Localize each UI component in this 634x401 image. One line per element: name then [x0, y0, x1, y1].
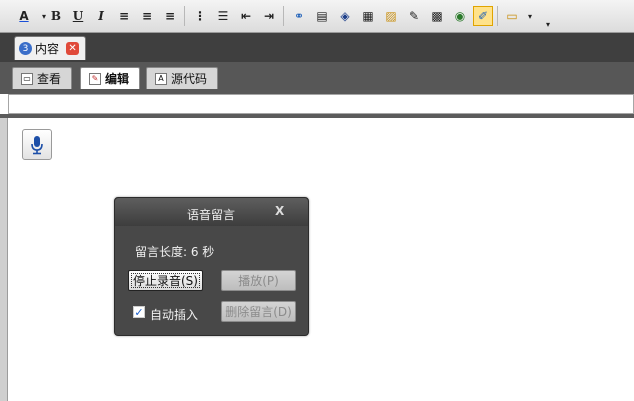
italic-button[interactable]: I — [91, 6, 111, 26]
edit-icon: ✎ — [89, 72, 101, 85]
editor-address-field[interactable] — [8, 94, 634, 114]
template-dropdown-icon[interactable]: ▾ — [520, 6, 540, 26]
bold-button[interactable]: B — [46, 6, 66, 26]
document-tab[interactable]: 3 内容 ✕ — [14, 36, 86, 60]
template-button[interactable]: ▭ — [502, 6, 522, 26]
document-tab-label: 内容 — [35, 42, 60, 56]
toolbar-separator — [184, 6, 185, 26]
microphone-icon — [31, 135, 43, 154]
dialog-title-bar: 语音留言 X — [115, 198, 308, 226]
tab-edit[interactable]: ✎ 编辑 — [80, 67, 141, 89]
toolbar-separator — [497, 6, 498, 26]
dialog-title: 语音留言 — [187, 208, 236, 222]
underline-button[interactable]: U — [68, 6, 88, 26]
link-button[interactable]: ⚭ — [289, 6, 309, 26]
align-center-button[interactable]: ≡ — [137, 6, 157, 26]
table-button[interactable]: ▦ — [358, 6, 378, 26]
view-mode-tabs: ▭ 查看 ✎ 编辑 A 源代码 — [0, 62, 634, 90]
image-button[interactable]: ▨ — [381, 6, 401, 26]
document-button[interactable]: ▤ — [312, 6, 332, 26]
stop-recording-button[interactable]: 停止录音(S) — [128, 270, 203, 291]
font-color-button[interactable]: A — [14, 6, 34, 26]
document-tab-strip: 3 内容 ✕ — [0, 33, 634, 62]
voice-message-dialog: 语音留言 X 留言长度: 6 秒 停止录音(S) 播放(P) ✓ 自动插入 删除… — [114, 197, 309, 336]
delete-message-button[interactable]: 删除留言(D) — [221, 301, 296, 322]
play-button[interactable]: 播放(P) — [221, 270, 296, 291]
layers-button[interactable]: ◈ — [335, 6, 355, 26]
camera-button[interactable]: ◉ — [450, 6, 470, 26]
source-code-icon: A — [155, 72, 167, 85]
toolbar-separator — [283, 6, 284, 26]
tab-source[interactable]: A 源代码 — [146, 67, 219, 89]
view-icon: ▭ — [21, 72, 33, 85]
message-length-label: 留言长度: 6 秒 — [135, 245, 215, 259]
align-right-button[interactable]: ≡ — [160, 6, 180, 26]
indent-button[interactable]: ⇥ — [259, 6, 279, 26]
voice-message-button[interactable]: ✐ — [473, 6, 493, 26]
auto-insert-label: 自动插入 — [150, 308, 199, 322]
outdent-button[interactable]: ⇤ — [236, 6, 256, 26]
divider — [0, 114, 634, 118]
gallery-button[interactable]: ▩ — [427, 6, 447, 26]
close-icon[interactable]: ✕ — [66, 42, 80, 55]
left-gutter — [0, 118, 8, 401]
close-icon[interactable]: X — [275, 204, 284, 218]
tab-view[interactable]: ▭ 查看 — [12, 67, 73, 89]
microphone-button[interactable] — [22, 129, 52, 160]
auto-insert-checkbox[interactable]: ✓ — [133, 306, 145, 319]
bullet-list-button[interactable]: ☰ — [213, 6, 233, 26]
align-left-button[interactable]: ≡ — [114, 6, 134, 26]
ordered-list-button[interactable]: ⋮ — [190, 6, 210, 26]
toolbar-overflow-icon[interactable]: ▾ — [538, 14, 558, 34]
tab-number-badge: 3 — [19, 42, 32, 55]
edit-image-button[interactable]: ✎ — [404, 6, 424, 26]
editor-toolbar: A ▾ B U I ≡ ≡ ≡ ⋮ ☰ ⇤ ⇥ ⚭ ▤ ◈ ▦ ▨ ✎ ▩ ◉ … — [0, 0, 634, 33]
